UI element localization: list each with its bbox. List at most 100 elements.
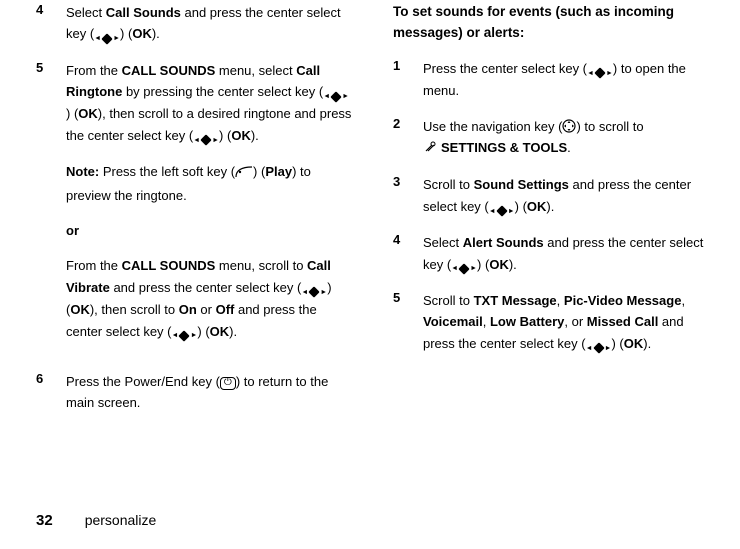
t: ), then scroll to: [90, 302, 179, 317]
step-number: 2: [393, 116, 423, 161]
center-select-icon: ◄►: [489, 197, 515, 218]
right-step1: 1 Press the center select key (◄►) to op…: [393, 58, 710, 102]
left-step4: 4 Select Call Sounds and press the cente…: [36, 2, 353, 46]
ok-label: OK: [231, 128, 251, 143]
left-softkey-icon: [235, 163, 253, 184]
step-body: Select Call Sounds and press the center …: [66, 2, 353, 46]
menu-settings-tools: SETTINGS & TOOLS: [441, 140, 567, 155]
step-number: 3: [393, 174, 423, 218]
t: ).: [509, 257, 517, 272]
t: Select: [423, 235, 463, 250]
menu-item-pic-video-message: Pic-Video Message: [564, 293, 682, 308]
step-number: 1: [393, 58, 423, 102]
option-off: Off: [216, 302, 235, 317]
section-name: personalize: [85, 512, 157, 528]
center-select-icon: ◄►: [94, 24, 120, 45]
t: menu, scroll to: [215, 258, 307, 273]
step-number: 4: [393, 232, 423, 276]
center-select-icon: ◄►: [587, 59, 613, 80]
note-label: Note:: [66, 164, 99, 179]
right-column: To set sounds for events (such as incomi…: [393, 2, 710, 428]
menu-item-voicemail: Voicemail: [423, 314, 483, 329]
t: ).: [152, 26, 160, 41]
step-body: Press the center select key (◄►) to open…: [423, 58, 710, 102]
t: .: [567, 140, 571, 155]
menu-call-sounds: CALL SOUNDS: [122, 63, 216, 78]
menu-item-low-battery: Low Battery: [490, 314, 564, 329]
center-select-icon: ◄►: [586, 334, 612, 355]
t: ) (: [477, 257, 489, 272]
t: From the: [66, 258, 122, 273]
t: ) (: [66, 106, 78, 121]
t: ) (: [219, 128, 231, 143]
center-select-icon: ◄►: [301, 278, 327, 299]
t: ) (: [515, 199, 527, 214]
step-body: Press the Power/End key (⏻) to return to…: [66, 371, 353, 414]
t: ,: [483, 314, 490, 329]
page-number: 32: [36, 512, 53, 529]
t: Press the left soft key (: [99, 164, 235, 179]
t: menu, select: [215, 63, 296, 78]
t: ) (: [253, 164, 265, 179]
t: by pressing the center select key (: [122, 84, 323, 99]
t: ) (: [611, 336, 623, 351]
t: ).: [546, 199, 554, 214]
t: Press the center select key (: [423, 61, 587, 76]
t: Use the navigation key (: [423, 119, 562, 134]
t: Scroll to: [423, 293, 474, 308]
menu-call-sounds: CALL SOUNDS: [122, 258, 216, 273]
t: Select: [66, 5, 106, 20]
t: ) to scroll to: [576, 119, 643, 134]
t: ) (: [197, 324, 209, 339]
right-subheading: To set sounds for events (such as incomi…: [393, 2, 710, 44]
t: and press the center select key (: [110, 280, 301, 295]
ok-label: OK: [210, 324, 230, 339]
page-footer: 32 personalize: [36, 512, 156, 529]
step-body: Use the navigation key ( ) to scroll to S…: [423, 116, 710, 161]
power-end-key-icon: ⏻: [220, 377, 236, 390]
step-body: Scroll to Sound Settings and press the c…: [423, 174, 710, 218]
t: ).: [251, 128, 259, 143]
ok-label: OK: [78, 106, 98, 121]
t: ) (: [120, 26, 132, 41]
right-step5: 5 Scroll to TXT Message, Pic-Video Messa…: [393, 290, 710, 355]
center-select-icon: ◄►: [323, 82, 349, 103]
menu-item-txt-message: TXT Message: [474, 293, 557, 308]
settings-tools-icon: [423, 139, 437, 160]
ok-label: OK: [527, 199, 547, 214]
ok-label: OK: [70, 302, 90, 317]
t: ).: [229, 324, 237, 339]
t: ).: [643, 336, 651, 351]
t: ,: [557, 293, 564, 308]
or-separator: or: [66, 220, 353, 241]
right-step4: 4 Select Alert Sounds and press the cent…: [393, 232, 710, 276]
step-body: Select Alert Sounds and press the center…: [423, 232, 710, 276]
left-step5: 5 From the CALL SOUNDS menu, select Call…: [36, 60, 353, 357]
center-select-icon: ◄►: [172, 321, 198, 342]
menu-item-call-sounds: Call Sounds: [106, 5, 181, 20]
right-step2: 2 Use the navigation key ( ) to scroll to…: [393, 116, 710, 161]
left-step6: 6 Press the Power/End key (⏻) to return …: [36, 371, 353, 414]
ok-label: OK: [624, 336, 644, 351]
right-step3: 3 Scroll to Sound Settings and press the…: [393, 174, 710, 218]
play-label: Play: [265, 164, 292, 179]
step-body: From the CALL SOUNDS menu, select Call R…: [66, 60, 353, 357]
center-select-icon: ◄►: [451, 254, 477, 275]
left-column: 4 Select Call Sounds and press the cente…: [36, 2, 353, 428]
menu-item-alert-sounds: Alert Sounds: [463, 235, 544, 250]
step-number: 6: [36, 371, 66, 414]
step-number: 5: [393, 290, 423, 355]
ok-label: OK: [132, 26, 152, 41]
step-number: 4: [36, 2, 66, 46]
option-on: On: [179, 302, 197, 317]
step-number: 5: [36, 60, 66, 357]
center-select-icon: ◄►: [193, 126, 219, 147]
t: or: [197, 302, 216, 317]
t: Scroll to: [423, 177, 474, 192]
t: Press the Power/End key (: [66, 374, 220, 389]
ok-label: OK: [489, 257, 509, 272]
t: ,: [681, 293, 685, 308]
t: From the: [66, 63, 122, 78]
menu-item-sound-settings: Sound Settings: [474, 177, 569, 192]
t: , or: [564, 314, 586, 329]
